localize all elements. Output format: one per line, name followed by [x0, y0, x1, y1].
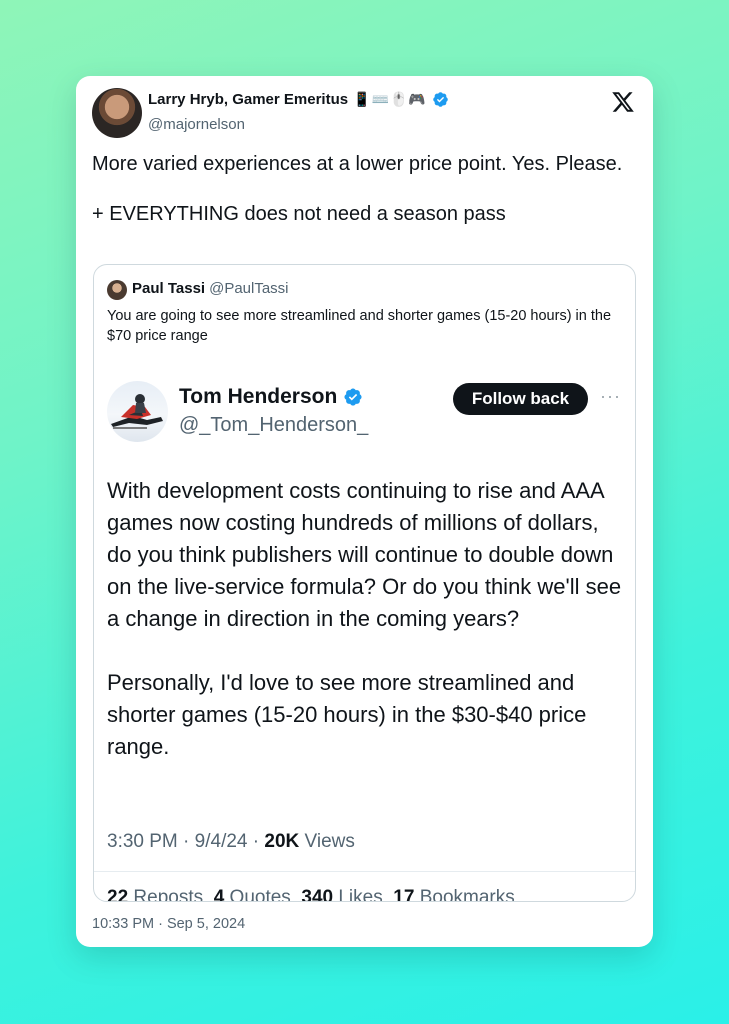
tweet-text: More varied experiences at a lower price… [92, 153, 623, 225]
embedded-author-name[interactable]: Tom Henderson [179, 385, 337, 409]
embedded-date[interactable]: 9/4/24 [195, 831, 248, 852]
avatar[interactable] [92, 88, 142, 138]
quoted-author-name[interactable]: Paul Tassi [132, 280, 205, 297]
engagement-stats: 22 Reposts 4 Quotes 340 Likes 17 Bookmar… [107, 887, 515, 901]
quoted-text: You are going to see more streamlined an… [107, 308, 612, 344]
bookmarks-count[interactable]: 17 [393, 887, 414, 901]
embedded-time[interactable]: 3:30 PM [107, 831, 178, 852]
embedded-avatar[interactable] [107, 381, 168, 442]
embedded-meta: 3:30 PM · 9/4/24 · 20K Views [107, 831, 355, 852]
embedded-author-handle[interactable]: @_Tom_Henderson_ [179, 414, 368, 437]
quoted-avatar[interactable] [107, 280, 127, 300]
quotes-label[interactable]: Quotes [230, 887, 291, 901]
quoted-tweet[interactable]: Paul Tassi @PaulTassi You are going to se… [93, 264, 636, 902]
author-name[interactable]: Larry Hryb, Gamer Emeritus [148, 91, 348, 108]
likes-count[interactable]: 340 [301, 887, 333, 901]
reposts-count[interactable]: 22 [107, 887, 128, 901]
author-handle[interactable]: @majornelson [148, 116, 245, 133]
embedded-text: With development costs continuing to ris… [107, 478, 622, 759]
tweet-timestamp[interactable]: 10:33 PM · Sep 5, 2024 [92, 916, 245, 932]
quotes-count[interactable]: 4 [214, 887, 225, 901]
tweet-card: Larry Hryb, Gamer Emeritus 📱⌨️🖱️🎮 @major… [76, 76, 653, 947]
quoted-author-handle[interactable]: @PaulTassi [209, 280, 288, 297]
reposts-label[interactable]: Reposts [133, 887, 203, 901]
more-options-icon[interactable]: ··· [600, 386, 621, 407]
bookmarks-label[interactable]: Bookmarks [420, 887, 515, 901]
verified-badge-icon [344, 388, 362, 406]
views-count: 20K [264, 831, 300, 852]
embedded-author-row: Tom Henderson [179, 385, 363, 409]
quoted-author-row: Paul Tassi @PaulTassi [132, 280, 289, 297]
views-label: Views [304, 831, 355, 852]
x-logo-icon[interactable] [611, 90, 635, 114]
name-emojis: 📱⌨️🖱️🎮 [353, 91, 427, 107]
divider [94, 871, 635, 872]
author-row: Larry Hryb, Gamer Emeritus 📱⌨️🖱️🎮 [148, 91, 449, 108]
follow-back-button[interactable]: Follow back [453, 383, 588, 415]
likes-label[interactable]: Likes [338, 887, 382, 901]
verified-badge-icon [433, 92, 448, 107]
snowmobile-icon [111, 394, 163, 429]
